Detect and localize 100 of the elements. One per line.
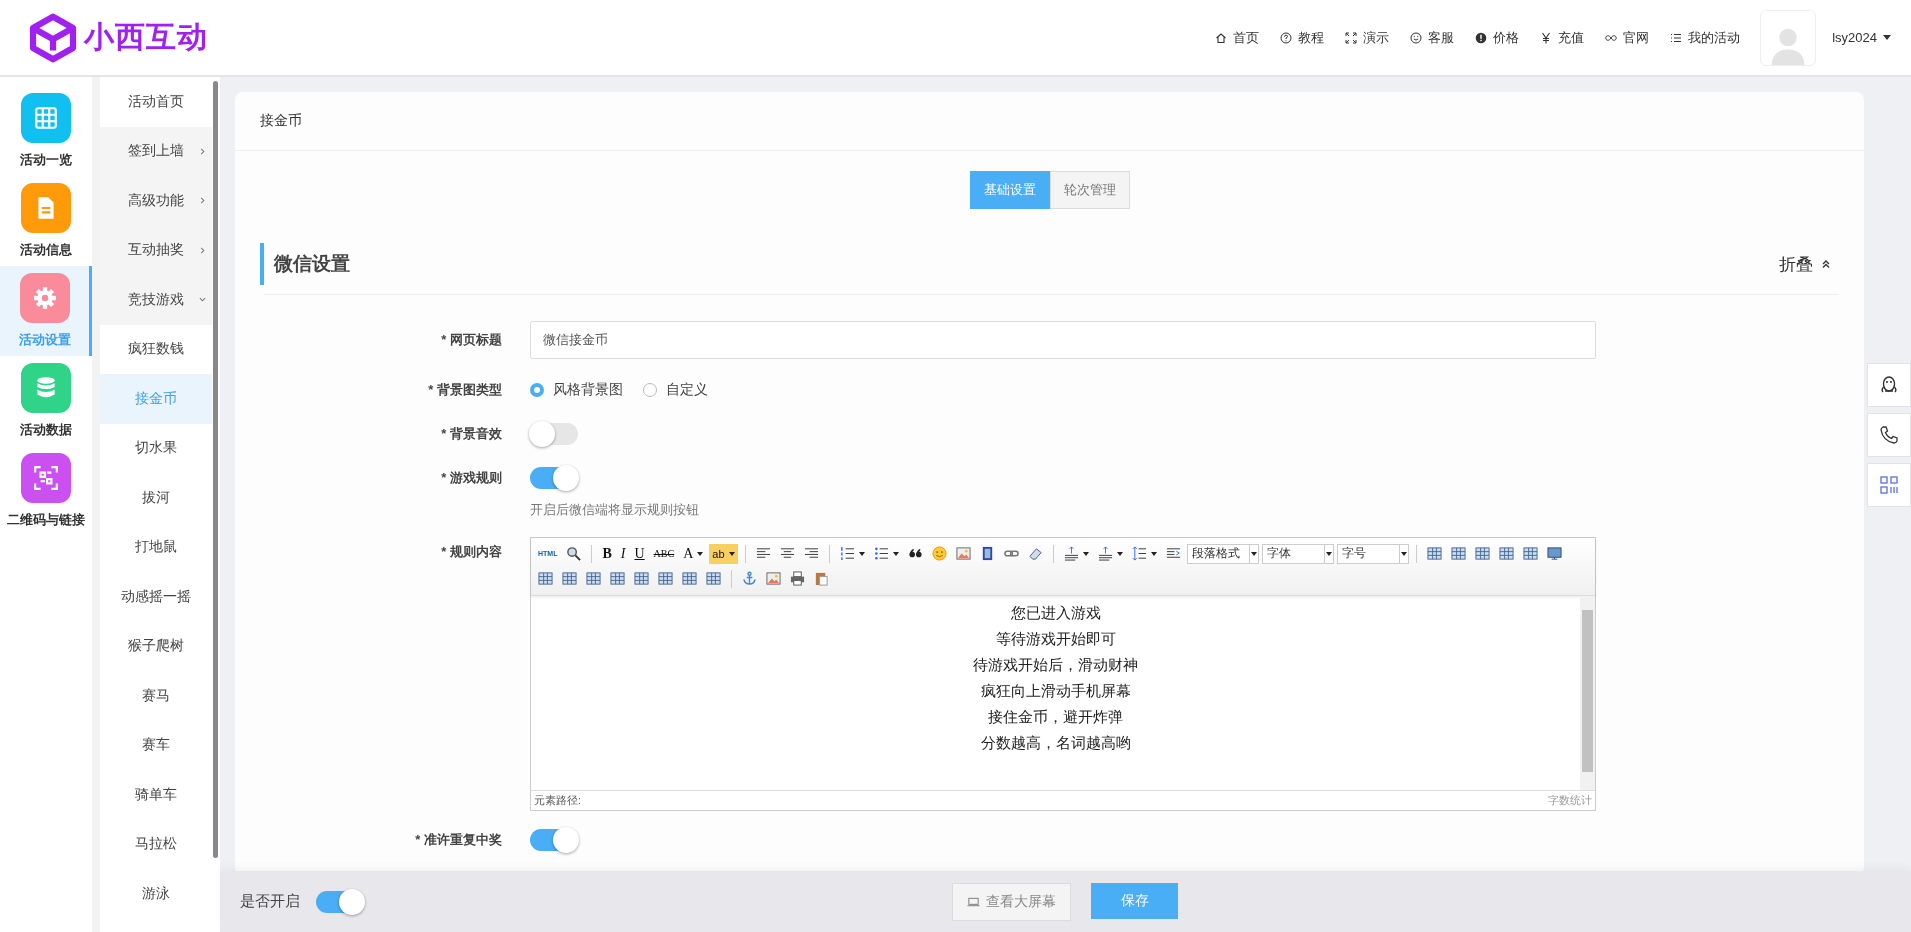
field-label: * 规则内容 (440, 543, 503, 561)
chevron-icon (199, 147, 206, 155)
table-icon (1522, 546, 1538, 561)
caret-icon (1250, 551, 1257, 556)
text-field[interactable]: 微信接金币 (530, 321, 1596, 359)
rule-text-line: 您已进入游戏 (1009, 603, 1102, 623)
toggle-switch[interactable] (530, 423, 578, 445)
cube-logo-icon (28, 12, 78, 63)
table-icon (634, 571, 649, 586)
underline-button[interactable]: U (631, 543, 648, 564)
laptop-icon (967, 896, 980, 907)
scrollbar[interactable] (213, 81, 218, 858)
anchor-icon (742, 571, 757, 586)
chevron-icon (199, 197, 206, 204)
image-icon (766, 571, 781, 586)
table-icon (1474, 546, 1490, 561)
toolbar-select[interactable]: 段落格式 (1186, 543, 1259, 564)
collapse-link[interactable]: 折叠 (1779, 252, 1831, 276)
home-icon (1215, 31, 1228, 44)
eraser-icon (1027, 546, 1043, 561)
field-label: * 背景图类型 (427, 381, 503, 399)
align-right-icon (803, 546, 819, 561)
nav-link[interactable]: 教程 (1280, 28, 1325, 47)
nav-link[interactable]: 首页 (1215, 28, 1260, 47)
user-menu[interactable]: lsy2024 (1832, 30, 1891, 45)
expand-icon (1345, 31, 1358, 44)
submenu-item[interactable]: 签到上墙 (100, 126, 212, 176)
italic-button[interactable]: I (617, 543, 629, 564)
nav-link[interactable]: 价格 (1475, 28, 1520, 47)
list-icon (1670, 31, 1683, 44)
phone-icon[interactable] (1867, 413, 1911, 457)
submenu-item[interactable]: 互动抽奖 (100, 225, 212, 275)
toggle-switch[interactable] (316, 890, 364, 913)
radio-option[interactable]: 自定义 (643, 381, 708, 399)
emoji-icon (931, 546, 947, 561)
penguin-icon[interactable] (1867, 363, 1911, 407)
table-icon (706, 571, 721, 586)
hint-text: 开启后微信端将显示规则按钮 (530, 501, 700, 519)
submenu-item[interactable]: 高级功能 (100, 176, 212, 226)
printer-icon (790, 571, 805, 586)
highlight-button[interactable]: ab (709, 543, 738, 564)
radio-option[interactable]: 风格背景图 (530, 381, 623, 399)
logo-text: 小西互动 (84, 19, 208, 55)
line-height-icon (1131, 546, 1147, 561)
nav-link[interactable]: 客服 (1410, 28, 1455, 47)
chevron-icon (199, 296, 206, 303)
caret-icon (1400, 551, 1407, 556)
nav-link[interactable]: 我的活动 (1670, 28, 1741, 47)
table-icon (658, 571, 673, 586)
spacing-icon (1063, 546, 1079, 561)
badge-icon (1475, 31, 1488, 44)
scrollbar[interactable] (1580, 596, 1595, 790)
monitor-icon (1546, 546, 1562, 561)
chevron-icon (199, 246, 206, 254)
rule-text-line: 疯狂向上滑动手机屏幕 (979, 681, 1132, 701)
toggle-switch[interactable] (530, 467, 578, 489)
indent-icon (1165, 546, 1181, 561)
yen-icon (1540, 31, 1553, 44)
tab[interactable]: 轮次管理 (1049, 171, 1130, 209)
section-title: 微信设置 (274, 252, 350, 276)
help-icon (1280, 31, 1293, 44)
nav-link[interactable]: 演示 (1345, 28, 1390, 47)
smile-icon (1410, 31, 1423, 44)
clipboard-icon (814, 571, 829, 586)
align-center-icon (779, 546, 795, 561)
table-icon (1426, 546, 1442, 561)
caret-icon (1883, 35, 1891, 40)
sidebar-item[interactable]: 活动数据 (0, 356, 92, 446)
rule-text-line: 等待游戏开始即可 (994, 629, 1117, 649)
nav-link[interactable]: 充值 (1540, 28, 1585, 47)
page-title: 接金币 (260, 112, 302, 130)
sidebar-item[interactable]: 二维码与链接 (0, 446, 92, 536)
radio-label: 自定义 (666, 381, 708, 399)
color-button[interactable]: A (680, 543, 707, 564)
apps-icon[interactable] (1867, 463, 1911, 507)
enable-label: 是否开启 (240, 892, 300, 911)
field-label: * 准许重复中奖 (414, 831, 503, 849)
toolbar-select[interactable]: 字体 (1261, 543, 1334, 564)
bold-button[interactable]: B (599, 543, 615, 564)
toggle-switch[interactable] (530, 829, 578, 851)
nav-link[interactable]: 官网 (1605, 28, 1650, 47)
image-icon (955, 546, 971, 561)
align-left-icon (755, 546, 771, 561)
search-icon (566, 546, 582, 561)
sidebar-item[interactable]: 活动一览 (0, 86, 92, 176)
double-chevron-up-icon (1821, 259, 1831, 269)
table-icon (682, 571, 697, 586)
table-icon (1450, 546, 1466, 561)
bullet-list-icon (873, 546, 889, 561)
element-path-label: 元素路径: (534, 793, 582, 808)
submenu-item[interactable]: 竞技游戏 (100, 275, 212, 325)
sidebar-item[interactable]: 活动信息 (0, 176, 92, 266)
toolbar-select[interactable]: 字号 (1336, 543, 1409, 564)
field-label: * 网页标题 (440, 331, 503, 349)
strike-button[interactable]: ABC (650, 543, 678, 564)
table-icon (610, 571, 625, 586)
radio-button[interactable] (643, 383, 657, 397)
caret-icon (1325, 551, 1332, 556)
radio-button[interactable] (530, 383, 544, 397)
field-label: * 背景音效 (440, 425, 503, 443)
